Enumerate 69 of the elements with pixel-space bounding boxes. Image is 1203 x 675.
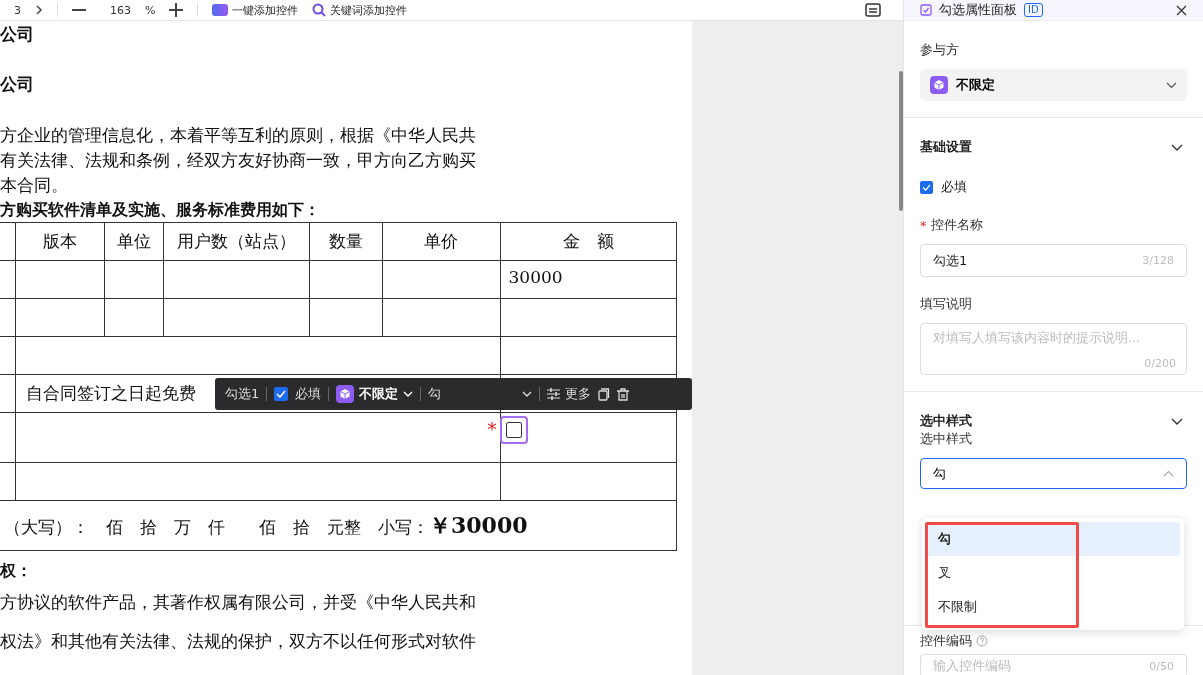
zoom-value[interactable]: 163 [110,3,131,17]
caret-icon [403,391,414,397]
name-input[interactable]: 勾选1 3/128 [920,244,1187,277]
table-header: 金 额 [500,222,676,261]
scrollbar[interactable] [899,71,903,211]
document-subheading: 权： [0,560,33,582]
document-heading: 公司 [0,73,35,96]
table-header: 单价 [382,222,500,261]
close-icon[interactable] [1176,4,1187,16]
keyword-add-button[interactable]: 关键词添加控件 [312,2,408,18]
search-icon[interactable] [312,3,327,17]
more-button[interactable]: 更多 [547,385,592,403]
chevron-right-icon[interactable] [35,5,43,15]
total-amount-text: （大写）： 佰 拾 万 仟 佰 拾 元整 小写：￥30000 [4,516,528,537]
delete-icon[interactable] [617,387,630,401]
table-cell: 自合同签订之日起免费 [25,383,196,403]
chevron-icon[interactable] [1171,417,1183,425]
field-label: 控件编码 [920,632,972,650]
dropdown-option[interactable]: 不限制 [926,590,1180,624]
checkbox-label: 必填 [941,178,967,196]
dropdown-option[interactable]: 勾 [926,522,1180,556]
field-label: 控件名称 [930,216,983,234]
document-icon[interactable] [865,3,881,17]
required-asterisk: * [920,217,927,233]
caret-icon [522,391,533,397]
checkbox-icon [920,4,932,16]
cube-icon [930,76,948,94]
cube-icon [336,385,355,403]
required-checkbox[interactable] [920,180,933,194]
style-select[interactable]: 勾 [428,385,533,403]
copy-icon[interactable] [598,387,611,401]
table-header: 用户数（站点） [163,222,309,261]
party-select[interactable]: 不限定 [336,385,414,403]
table-header: 单位 [104,222,163,261]
field-label: 参与方 [920,41,960,59]
party-select[interactable]: 不限定 [920,69,1187,101]
zoom-out-icon[interactable] [72,8,86,12]
zoom-unit: % [145,3,156,17]
caret-icon [1163,470,1174,477]
required-asterisk: * [487,423,498,437]
caret-icon [1166,81,1177,89]
help-icon [976,635,988,647]
document-subheading: 方购买软件清单及实施、服务标准费用如下： [0,199,321,221]
document-text: 权法》和其他有关法律、法规的保护，双方不以任何形式对软件 [0,630,477,653]
panel-title: 勾选属性面板 [939,1,1017,19]
zoom-in-icon[interactable] [169,3,184,17]
section-title: 基础设置 [920,138,972,156]
document-heading: 公司 [0,23,35,46]
document-text: 本合同。 [0,174,69,197]
table-header: 数量 [309,222,382,261]
control-name: 勾选1 [225,385,260,403]
document-text: 方企业的管理信息化，本着平等互利的原则，根据《中华人民共 [0,124,477,147]
required-checkbox[interactable] [274,387,289,401]
chevron-icon[interactable] [1171,143,1183,151]
document-text: 方协议的软件产品，其著作权属有限公司，并受《中华人民共和 [0,591,477,614]
page-number[interactable]: 3 [14,3,21,17]
required-label: 必填 [295,385,322,403]
document-text: 有关法律、法规和条例，经双方友好协商一致，甲方向乙方购买 [0,149,477,172]
field-label: 选中样式 [920,430,973,448]
field-label: 填写说明 [920,295,973,313]
table-cell: 30000 [508,267,563,287]
id-badge: ID [1024,3,1043,17]
dropdown-option[interactable]: 叉 [926,556,1180,590]
table-header: 版本 [15,222,104,261]
ai-add-button[interactable]: 一键添加控件 [212,2,299,18]
sliders-icon [547,388,561,400]
checkbox-control[interactable] [499,416,528,444]
style-select[interactable]: 勾 [920,458,1187,489]
section-title: 选中样式 [920,412,972,430]
